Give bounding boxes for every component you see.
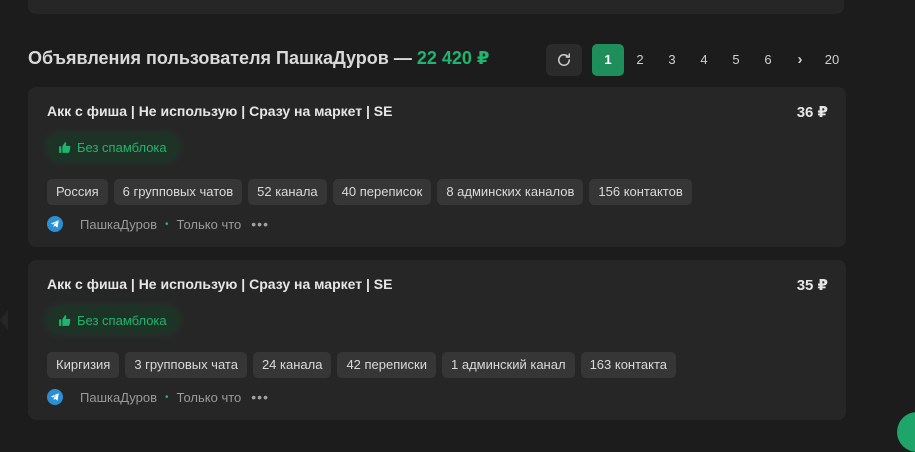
page-last[interactable]: 20 [816,44,848,76]
telegram-icon [47,216,63,232]
more-options-icon[interactable]: ••• [251,216,269,232]
total-sum: 22 420 ₽ [417,48,490,68]
listing-title[interactable]: Акк с фиша | Не использую | Сразу на мар… [47,103,392,119]
tag-admin-channels: 1 админский канал [442,352,575,378]
listing-price: 36 ₽ [797,103,828,121]
tag-group-chats: 3 групповых чата [125,352,247,378]
pagination: 1 2 3 4 5 6 › 20 [592,44,848,76]
tag-conversations: 42 переписки [337,352,436,378]
tag-admin-channels: 8 админских каналов [437,179,583,205]
status-badge: Без спамблока [47,133,179,161]
separator-dot: • [165,392,169,403]
refresh-button[interactable] [546,44,582,76]
tag-contacts: 156 контактов [589,179,691,205]
listing-tags: Россия 6 групповых чатов 52 канала 40 пе… [47,179,692,205]
tag-contacts: 163 контакта [581,352,676,378]
page-1[interactable]: 1 [592,44,624,76]
thumbs-up-icon [58,141,71,154]
badge-label: Без спамблока [77,313,167,328]
thumbs-up-icon [58,314,71,327]
seller-name[interactable]: ПашкаДуров [80,217,157,232]
seller-name[interactable]: ПашкаДуров [80,390,157,405]
badge-label: Без спамблока [77,140,167,155]
separator-dot: • [165,219,169,230]
more-options-icon[interactable]: ••• [251,389,269,405]
listings-header: Объявления пользователя ПашкаДуров — 22 … [28,44,848,76]
page-2[interactable]: 2 [624,44,656,76]
listing-time: Только что [177,390,242,405]
listing-card[interactable]: Акк с фиша | Не использую | Сразу на мар… [28,260,846,420]
listing-title[interactable]: Акк с фиша | Не использую | Сразу на мар… [47,276,392,292]
listing-tags: Киргизия 3 групповых чата 24 канала 42 п… [47,352,676,378]
tag-country: Россия [47,179,108,205]
page-3[interactable]: 3 [656,44,688,76]
tag-country: Киргизия [47,352,119,378]
listing-card[interactable]: Акк с фиша | Не использую | Сразу на мар… [28,87,846,247]
listing-time: Только что [177,217,242,232]
title-text: Объявления пользователя ПашкаДуров — [28,48,412,68]
listing-meta: ПашкаДуров • Только что ••• [47,216,269,232]
tag-conversations: 40 переписок [333,179,432,205]
page-5[interactable]: 5 [720,44,752,76]
listing-meta: ПашкаДуров • Только что ••• [47,389,269,405]
status-badge: Без спамблока [47,306,179,334]
telegram-icon [47,389,63,405]
previous-card-edge [28,0,844,14]
floating-action-button[interactable] [897,412,915,452]
next-page-button[interactable]: › [784,44,816,76]
sidebar-edge [0,310,8,330]
listing-price: 35 ₽ [797,276,828,294]
page-6[interactable]: 6 [752,44,784,76]
tag-channels: 52 канала [248,179,327,205]
page-title: Объявления пользователя ПашкаДуров — 22 … [28,48,489,69]
tag-group-chats: 6 групповых чатов [114,179,243,205]
refresh-icon [555,51,573,69]
tag-channels: 24 канала [253,352,332,378]
page-4[interactable]: 4 [688,44,720,76]
